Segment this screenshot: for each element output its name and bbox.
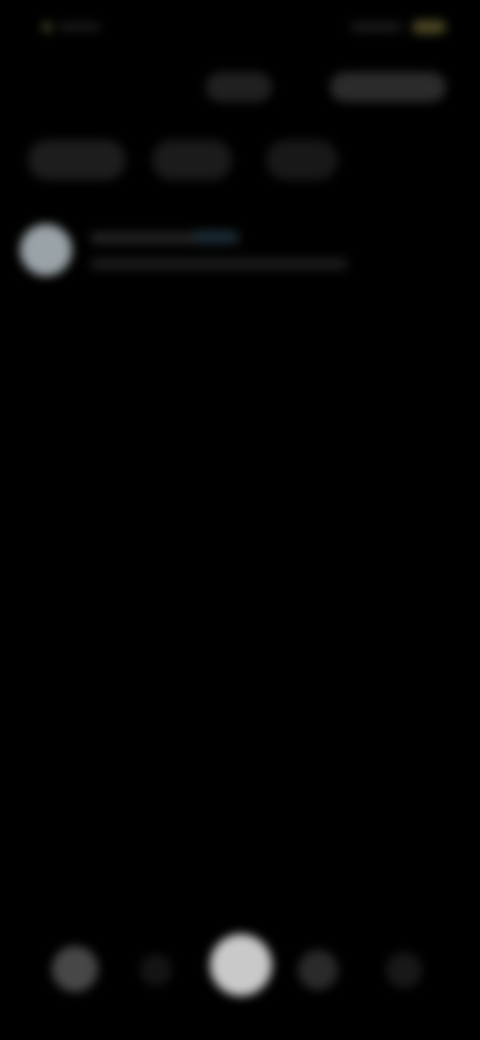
status-bar [0,14,480,42]
nav-button-5[interactable] [386,952,422,988]
header-button-b[interactable] [330,72,446,102]
screen [0,0,480,1040]
nav-button-1[interactable] [52,946,98,992]
list-item-subtitle [90,258,348,270]
signal-indicators [350,23,402,31]
nav-button-2[interactable] [140,954,172,986]
status-left [34,18,104,34]
list-item[interactable] [14,218,354,288]
nav-button-4[interactable] [298,950,338,990]
avatar [20,224,72,276]
bottom-nav [0,920,480,1010]
status-time [58,23,100,31]
filter-chip-1[interactable] [28,140,126,180]
list-item-highlight [192,230,238,244]
notification-dot-icon [42,22,52,32]
home-button[interactable] [210,934,272,996]
filter-chip-2[interactable] [152,140,232,180]
header-button-a[interactable] [206,72,272,102]
status-right [350,18,450,36]
filter-chip-3[interactable] [266,140,338,180]
battery-icon [412,20,446,34]
